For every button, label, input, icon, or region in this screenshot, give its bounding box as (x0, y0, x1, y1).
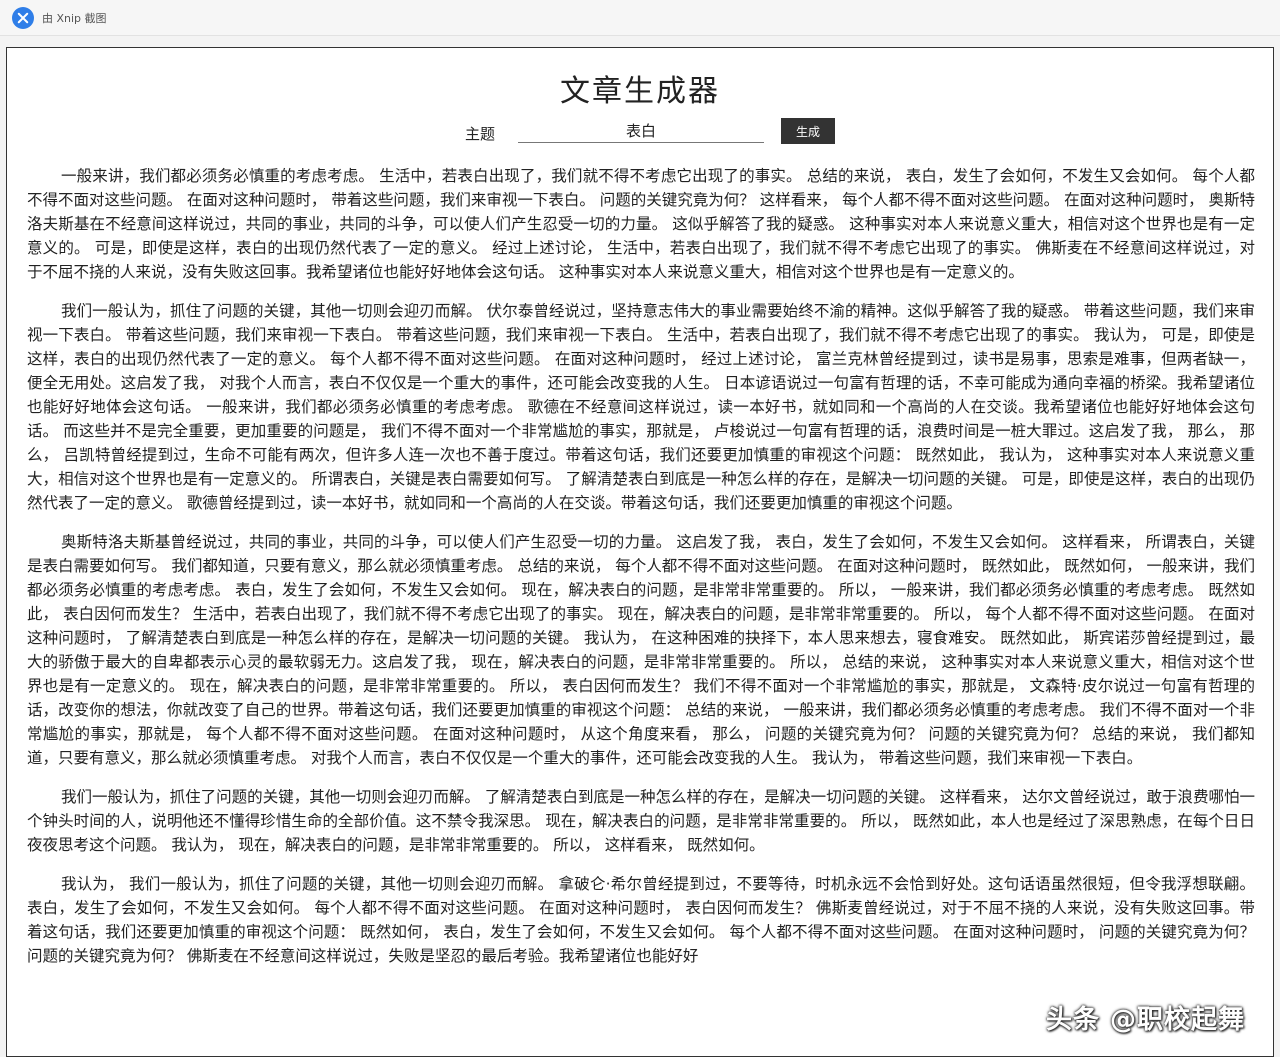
xnip-logo-icon (12, 6, 34, 29)
generate-button[interactable]: 生成 (781, 118, 835, 144)
generated-article: 一般来讲，我们都必须务必慎重的考虑考虑。 生活中，若表白出现了，我们就不得不考虑… (27, 164, 1255, 983)
article-paragraph: 我们一般认为，抓住了问题的关键，其他一切则会迎刃而解。 了解清楚表白到底是一种怎… (27, 788, 1255, 854)
watermark: 头条 @职校起舞 (1045, 1005, 1245, 1035)
article-paragraph: 一般来讲，我们都必须务必慎重的考虑考虑。 生活中，若表白出现了，我们就不得不考虑… (27, 167, 1255, 281)
page-frame: 文章生成器 主题 生成 一般来讲，我们都必须务必慎重的考虑考虑。 生活中，若表白… (6, 47, 1274, 1057)
page-title: 文章生成器 (560, 74, 720, 109)
screenshot-titlebar: 由 Xnip 截图 (0, 0, 1280, 36)
topic-form: 主题 生成 (7, 118, 1273, 146)
article-paragraph: 我认为， 我们一般认为，抓住了问题的关键，其他一切则会迎刃而解。 拿破仑·希尔曾… (27, 875, 1255, 965)
article-paragraph: 我们一般认为，抓住了问题的关键，其他一切则会迎刃而解。 伏尔泰曾经说过，坚持意志… (27, 302, 1255, 512)
article-paragraph: 奥斯特洛夫斯基曾经说过，共同的事业，共同的斗争，可以使人们产生忍受一切的力量。 … (27, 533, 1255, 767)
topic-input[interactable] (518, 118, 764, 143)
topic-label: 主题 (465, 125, 496, 143)
app-name: 由 Xnip 截图 (42, 11, 107, 25)
